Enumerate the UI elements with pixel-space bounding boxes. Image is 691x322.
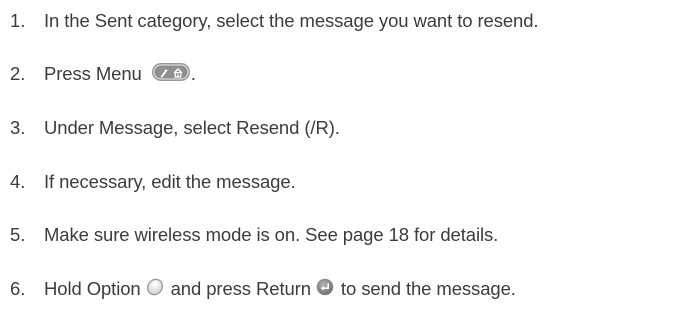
step-number: 5. [10, 224, 26, 245]
step-1: 1. In the Sent category, select the mess… [10, 8, 539, 34]
step-number: 3. [10, 117, 26, 138]
step-text: Make sure wireless mode is on. See page … [44, 224, 499, 245]
step-6: 6. Hold Option and press Return to send … [10, 276, 516, 302]
step-number: 1. [10, 10, 26, 31]
step-text: If necessary, edit the message. [44, 171, 296, 192]
step-5: 5. Make sure wireless mode is on. See pa… [10, 222, 498, 248]
step-2: 2. Press Menu . [10, 61, 196, 87]
step-text-end: . [190, 63, 196, 84]
step-number: 6. [10, 278, 26, 299]
step-3: 3. Under Message, select Resend (/R). [10, 115, 340, 141]
step-text: Hold Option [44, 278, 141, 299]
menu-key-icon [151, 62, 190, 86]
step-number: 4. [10, 171, 26, 192]
step-4: 4. If necessary, edit the message. [10, 169, 296, 195]
step-text-middle: and press Return [170, 278, 311, 299]
step-text: Under Message, select Resend (/R). [44, 117, 340, 138]
step-text-end: to send the message. [340, 278, 516, 299]
return-key-icon [316, 278, 334, 301]
step-number: 2. [10, 63, 26, 84]
step-text: Press Menu [44, 63, 142, 84]
step-text: In the Sent category, select the message… [44, 10, 539, 31]
option-key-icon [146, 278, 164, 301]
